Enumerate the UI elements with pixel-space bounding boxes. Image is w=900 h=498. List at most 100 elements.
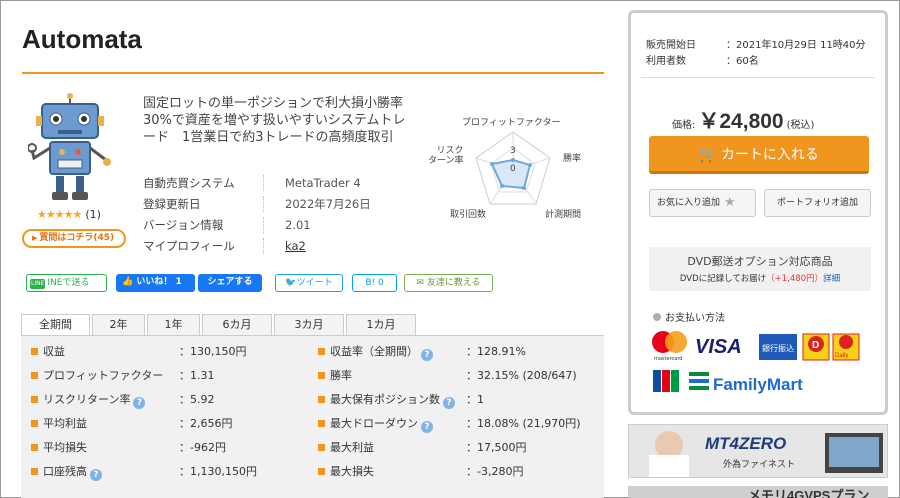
bank-transfer-icon: 銀行振込 <box>759 334 797 360</box>
visa-icon: VISA <box>695 336 742 358</box>
stat-value: ：18.08% (21,970円) <box>466 417 581 430</box>
users-label: 利用者数 <box>646 56 686 67</box>
product-info: 自動売買システム MetaTrader 4 登録更新日 2022年7月26日 バージ… <box>143 175 371 259</box>
sale-start-value: ：2021年10月29日 11時40分 <box>726 40 866 51</box>
period-tabs: 全期間 2年 1年 6カ月 3カ月 1カ月 <box>21 314 418 337</box>
product-robot-image <box>28 93 111 200</box>
svg-text:D: D <box>812 340 819 351</box>
product-description: 固定ロットの単一ポジションで利大損小勝率30%で資産を増やす扱いやすいシステムト… <box>143 96 406 145</box>
d-payment-icon: D <box>802 333 830 361</box>
stat-row: リスクリターン率? <box>31 388 146 412</box>
radar-label-trades: 取引回数 <box>450 210 487 220</box>
stat-row: 勝率 <box>318 364 352 388</box>
stat-row: 収益率（全期間）? <box>318 340 433 364</box>
stat-row: プロフィットファクター <box>31 364 163 388</box>
question-button[interactable]: ▶ 質問はコチラ(45) <box>22 229 126 248</box>
radar-tick: 0 <box>510 164 516 174</box>
dvd-title: DVD郵送オプション対応商品 <box>687 255 833 268</box>
svg-text:mastercard: mastercard <box>654 356 682 362</box>
dvd-note: DVDに記録してお届け（+1,480円）詳細 <box>679 274 841 284</box>
triangle-icon: ▶ <box>32 234 38 242</box>
info-row: 自動売買システム MetaTrader 4 <box>143 175 361 191</box>
thumbs-up-icon: 👍 <box>122 277 137 287</box>
banner-graphic: メモリ4GVPSプラン <box>628 486 888 498</box>
radar-label-risk: リスク ターン率 <box>428 146 464 166</box>
price: 価格: ￥24,800 (税込) <box>672 110 815 133</box>
stat-value: ：32.15% (208/647) <box>466 369 577 382</box>
page-title: Automata <box>22 24 142 54</box>
stat-row: 口座残高? <box>31 460 102 484</box>
stat-row: 平均損失 <box>31 436 87 460</box>
profile-link[interactable]: ka2 <box>285 238 306 259</box>
svg-text:VISA: VISA <box>695 336 742 358</box>
mastercard-icon: mastercard <box>652 331 687 362</box>
help-icon[interactable]: ? <box>133 397 146 409</box>
svg-text:銀行振込: 銀行振込 <box>762 343 794 353</box>
svg-text:メモリ4GVPSプラン: メモリ4GVPSプラン <box>748 488 869 498</box>
tab-2y[interactable]: 2年 <box>92 314 145 336</box>
dvd-option-box: DVD郵送オプション対応商品 DVDに記録してお届け（+1,480円）詳細 <box>649 247 871 291</box>
radar-tick: 3 <box>510 146 516 156</box>
daily-icon: Daily <box>832 333 860 361</box>
radar-label-pf: プロフィットファクター <box>462 118 561 128</box>
mt4zero-banner[interactable]: MT4ZERO 外為ファイネスト <box>628 424 888 478</box>
help-icon[interactable]: ? <box>90 469 102 481</box>
add-favorite-button[interactable]: お気に入り追加 ★ <box>649 189 756 217</box>
divider <box>641 77 875 78</box>
dvd-detail-link[interactable]: 詳細 <box>823 274 840 284</box>
stat-row: 最大ドローダウン? <box>318 412 433 436</box>
help-icon[interactable]: ? <box>421 421 433 433</box>
vps-plan-banner[interactable]: メモリ4GVPSプラン <box>628 486 888 498</box>
sale-meta: 販売開始日 ：2021年10月29日 11時40分 利用者数 ：60名 <box>646 36 866 68</box>
line-share-button[interactable]: LINE INEで送る <box>26 274 107 292</box>
payment-title: お支払い方法 <box>653 309 725 324</box>
stat-value: ：-3,280円 <box>466 465 524 478</box>
tab-all[interactable]: 全期間 <box>21 314 90 337</box>
stat-row: 最大損失 <box>318 460 374 484</box>
hatena-bookmark-button[interactable]: B! 0 <box>352 274 397 292</box>
rating-count: (1) <box>85 208 101 221</box>
radar-label-period: 計測期間 <box>545 210 582 220</box>
add-portfolio-button[interactable]: ポートフォリオ追加 <box>764 189 871 217</box>
stats-panel: 収益 ：130,150円 プロフィットファクター ：1.31 リスクリターン率?… <box>21 335 604 498</box>
stat-value: ：17,500円 <box>466 441 527 454</box>
users-value: ：60名 <box>726 56 759 67</box>
purchase-panel: 販売開始日 ：2021年10月29日 11時40分 利用者数 ：60名 価格: ￥24… <box>628 10 888 415</box>
mail-friend-button[interactable]: ✉ 友達に教える <box>404 274 493 292</box>
help-icon[interactable]: ? <box>443 397 455 409</box>
facebook-like-button[interactable]: 👍 いいね！ 1 <box>116 274 195 292</box>
cart-icon: 🛒 <box>699 147 721 163</box>
banner-graphic: MT4ZERO 外為ファイネスト <box>629 425 887 477</box>
svg-text:FamilyMart: FamilyMart <box>713 375 803 394</box>
svg-text:Daily: Daily <box>835 353 848 359</box>
price-value: ￥24,800 <box>698 110 784 133</box>
stat-value: ：1 <box>466 393 484 406</box>
familymart-icon: FamilyMart <box>689 372 803 394</box>
tab-1m[interactable]: 1カ月 <box>346 314 416 336</box>
stat-value: ：-962円 <box>179 441 226 454</box>
tweet-button[interactable]: 🐦ツイート <box>275 274 343 292</box>
radar-label-win: 勝率 <box>563 154 582 164</box>
sale-start-label: 販売開始日 <box>646 40 696 51</box>
stat-value: ：2,656円 <box>179 417 233 430</box>
mail-icon: ✉ <box>416 278 427 288</box>
add-to-cart-button[interactable]: 🛒 カートに入れる <box>649 136 869 174</box>
star-icon: ★ <box>724 195 736 210</box>
stat-row: 平均利益 <box>31 412 87 436</box>
radar-chart: プロフィットファクター 3 0 リスク ターン率 勝率 取引回数 計測期間 <box>418 114 608 226</box>
help-icon[interactable]: ? <box>421 349 433 361</box>
info-row: バージョン情報 2.01 <box>143 217 311 233</box>
info-row: 登録更新日 2022年7月26日 <box>143 196 371 212</box>
line-icon: LINE <box>30 279 46 289</box>
svg-text:MT4ZERO: MT4ZERO <box>705 434 786 453</box>
tab-6m[interactable]: 6カ月 <box>202 314 272 336</box>
svg-text:外為ファイネスト: 外為ファイネスト <box>723 458 795 470</box>
stat-row: 最大利益 <box>318 436 374 460</box>
stat-row: 最大保有ポジション数? <box>318 388 455 412</box>
stat-value: ：130,150円 <box>179 345 247 358</box>
facebook-share-button[interactable]: シェアする <box>198 274 262 292</box>
stat-value: ：128.91% <box>466 345 526 358</box>
tab-3m[interactable]: 3カ月 <box>274 314 344 336</box>
title-underline <box>22 72 604 74</box>
tab-1y[interactable]: 1年 <box>147 314 200 336</box>
